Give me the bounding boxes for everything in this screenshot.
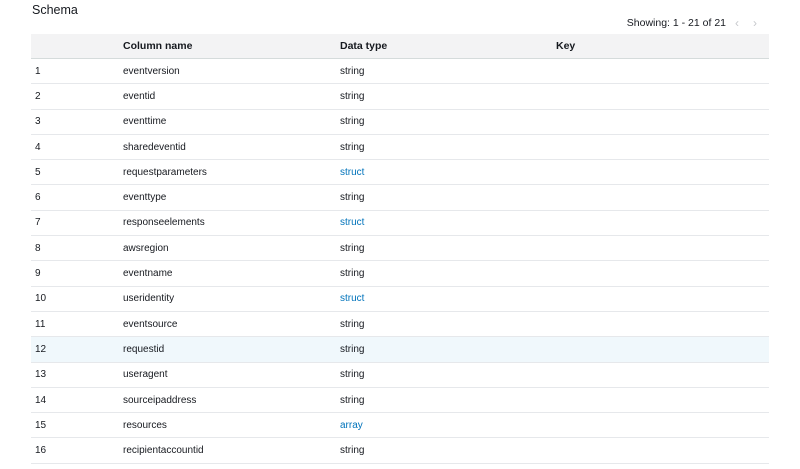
struct-type-link[interactable]: struct: [340, 217, 364, 228]
row-number: 3: [35, 116, 41, 128]
pagination: Showing: 1 - 21 of 21 ‹ ›: [627, 16, 762, 30]
struct-type-link[interactable]: struct: [340, 167, 364, 178]
row-number: 10: [35, 293, 47, 305]
row-number: 15: [35, 419, 47, 431]
table-row[interactable]: 8 awsregion string: [31, 236, 769, 262]
row-number: 13: [35, 369, 47, 381]
table-row[interactable]: 14 sourceipaddress string: [31, 388, 769, 414]
table-row[interactable]: 13 useragent string: [31, 363, 769, 388]
data-type-cell: string: [340, 343, 365, 355]
column-name-cell: requestparameters: [123, 166, 207, 178]
table-row[interactable]: 5 requestparameters struct: [31, 160, 769, 186]
schema-table: Column name Data type Key 1 eventversion…: [31, 34, 769, 464]
column-name-cell: requestid: [123, 343, 165, 355]
column-name-cell: awsregion: [123, 242, 169, 254]
struct-type-link[interactable]: struct: [340, 293, 364, 304]
table-row[interactable]: 16 recipientaccountid string: [31, 438, 769, 464]
data-type-cell: string: [340, 90, 365, 102]
column-name-cell: eventtype: [123, 192, 167, 204]
row-number: 2: [35, 90, 41, 102]
column-name-cell: resources: [123, 419, 167, 431]
row-number: 16: [35, 445, 47, 457]
data-type-cell: string: [340, 242, 365, 254]
row-number: 9: [35, 268, 41, 280]
data-type-cell: string: [340, 65, 365, 77]
row-number: 4: [35, 141, 41, 153]
row-number: 14: [35, 394, 47, 406]
data-type-cell: string: [340, 192, 365, 204]
row-number: 5: [35, 166, 41, 178]
column-name-cell: eventname: [123, 268, 173, 280]
table-row[interactable]: 6 eventtype string: [31, 185, 769, 211]
data-type-cell: string: [340, 445, 365, 457]
row-number: 7: [35, 217, 41, 229]
table-row[interactable]: 7 responseelements struct: [31, 211, 769, 237]
column-name-cell: eventversion: [123, 65, 180, 77]
column-name-cell: recipientaccountid: [123, 445, 204, 457]
data-type-cell: string: [340, 369, 365, 381]
table-row-hovered[interactable]: 12 requestid string: [31, 337, 769, 363]
pagination-status: Showing: 1 - 21 of 21: [626, 17, 726, 29]
row-number: 1: [35, 65, 41, 77]
table-row[interactable]: 4 sharedeventid string: [31, 135, 769, 161]
table-row[interactable]: 9 eventname string: [31, 261, 769, 287]
row-number: 12: [35, 343, 47, 355]
column-name-cell: eventid: [123, 90, 156, 102]
table-row[interactable]: 1 eventversion string: [31, 59, 769, 85]
column-name-cell: useragent: [123, 369, 168, 381]
column-name-cell: eventtime: [123, 116, 167, 128]
table-row[interactable]: 3 eventtime string: [31, 110, 769, 135]
data-type-cell: string: [340, 318, 365, 330]
table-header: Column name Data type Key: [31, 34, 769, 59]
data-type-cell: string: [340, 141, 365, 153]
column-header-name[interactable]: Column name: [123, 40, 340, 52]
data-type-cell: string: [340, 394, 365, 406]
table-row[interactable]: 2 eventid string: [31, 84, 769, 110]
schema-panel: Schema Showing: 1 - 21 of 21 ‹ › Column …: [0, 0, 800, 469]
row-number: 8: [35, 242, 41, 254]
column-header-type[interactable]: Data type: [340, 40, 556, 52]
row-number: 6: [35, 192, 41, 204]
column-name-cell: responseelements: [123, 217, 205, 229]
column-name-cell: useridentity: [123, 293, 175, 305]
column-name-cell: eventsource: [123, 318, 178, 330]
data-type-cell: string: [340, 268, 365, 280]
column-header-key[interactable]: Key: [556, 40, 769, 52]
column-name-cell: sharedeventid: [123, 141, 186, 153]
table-row[interactable]: 15 resources array: [31, 413, 769, 439]
array-type-link[interactable]: array: [340, 420, 363, 431]
data-type-cell: string: [340, 116, 365, 128]
row-number: 11: [35, 318, 46, 330]
table-row[interactable]: 10 useridentity struct: [31, 287, 769, 312]
column-name-cell: sourceipaddress: [123, 394, 197, 406]
previous-page-icon[interactable]: ‹: [730, 16, 744, 30]
schema-title: Schema: [32, 3, 78, 17]
next-page-icon[interactable]: ›: [748, 16, 762, 30]
table-row[interactable]: 11 eventsource string: [31, 312, 769, 338]
